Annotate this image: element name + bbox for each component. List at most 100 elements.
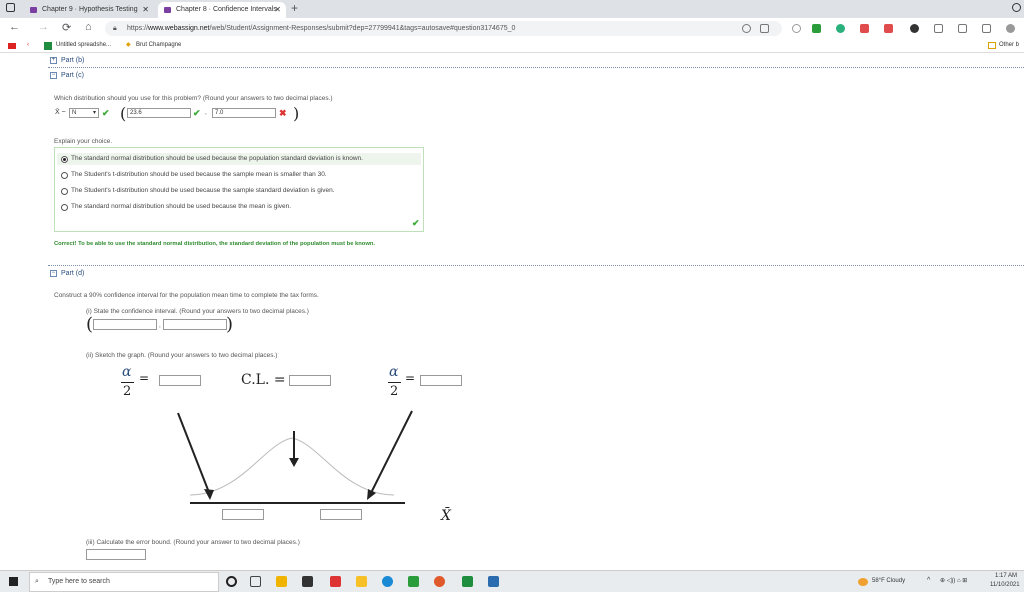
- collections-icon[interactable]: [982, 24, 991, 33]
- back-icon[interactable]: ←: [9, 21, 20, 33]
- clock-date: 11/10/2021: [990, 582, 1020, 588]
- file-explorer-icon[interactable]: [276, 576, 287, 587]
- address-bar[interactable]: 🔒︎ https://www.webassign.net/web/Student…: [105, 21, 782, 36]
- bookmark-star-icon[interactable]: [760, 24, 769, 33]
- other-bookmarks[interactable]: Other b: [999, 39, 1019, 52]
- url-domain: www.webassign.net: [148, 25, 210, 32]
- explain-label: Explain your choice.: [54, 138, 113, 145]
- tray-chevron-icon[interactable]: ^: [927, 577, 930, 584]
- new-tab-button[interactable]: +: [291, 1, 298, 15]
- feedback-message: Correct! To be able to use the standard …: [54, 241, 375, 247]
- choice-label: The Student's t-distribution should be u…: [71, 171, 327, 178]
- profile-dot-icon[interactable]: [1012, 3, 1021, 12]
- grammar-extension-icon[interactable]: [836, 24, 845, 33]
- url-path: /web/Student/Assignment-Responses/submit…: [209, 25, 516, 32]
- weather-text[interactable]: 58°F Cloudy: [872, 578, 905, 584]
- tp-extension-icon[interactable]: [860, 24, 869, 33]
- edge-icon[interactable]: [382, 576, 393, 587]
- part-c-label: Part (c): [61, 72, 84, 79]
- upper-bound-input[interactable]: [320, 509, 362, 520]
- xbar-distribution-label: X̄ ~: [55, 109, 66, 116]
- extension-icon[interactable]: [792, 24, 801, 33]
- sub-question-ii: (ii) Sketch the graph. (Round your answe…: [86, 352, 278, 359]
- puzzle-icon[interactable]: [934, 24, 943, 33]
- alpha-right-input[interactable]: [420, 375, 462, 386]
- extension-dark-icon[interactable]: [910, 24, 919, 33]
- apps-icon[interactable]: [8, 43, 16, 49]
- home-icon[interactable]: ⌂: [85, 21, 92, 33]
- sheets-app-icon[interactable]: [462, 576, 473, 587]
- choice-option[interactable]: The standard normal distribution should …: [57, 153, 421, 165]
- choice-label: The standard normal distribution should …: [71, 155, 363, 162]
- collapse-icon[interactable]: −: [50, 72, 57, 79]
- tray-icons[interactable]: ⊕ ◁)) ⌂ ⊞: [940, 577, 967, 584]
- choice-option[interactable]: The standard normal distribution should …: [57, 201, 421, 213]
- sticky-notes-icon[interactable]: [356, 576, 367, 587]
- bookmark-spreadsheet[interactable]: Untitled spreadshe...: [56, 39, 111, 52]
- bookmark-champagne[interactable]: Brut Champagne: [136, 39, 181, 52]
- tab-chapter-8[interactable]: Chapter 8 · Confidence Intervals ✕: [158, 2, 286, 18]
- forward-icon[interactable]: →: [38, 21, 49, 33]
- part-b-header[interactable]: + Part (b): [48, 55, 1024, 66]
- webassign-favicon-icon: [164, 7, 171, 13]
- windows-start-icon[interactable]: [9, 577, 18, 586]
- cortana-icon[interactable]: [226, 576, 237, 587]
- expand-icon[interactable]: +: [50, 57, 57, 64]
- search-placeholder: Type here to search: [48, 578, 110, 585]
- zoom-icon[interactable]: [742, 24, 751, 33]
- fraction-bar: [388, 382, 401, 383]
- explain-choices: The standard normal distribution should …: [54, 147, 424, 232]
- tp-extension-icon-2[interactable]: [884, 24, 893, 33]
- close-paren: ): [226, 314, 234, 335]
- check-app-icon[interactable]: [408, 576, 419, 587]
- distribution-select[interactable]: N ▾: [69, 108, 99, 118]
- favorites-icon[interactable]: [958, 24, 967, 33]
- tab-title: Chapter 9 · Hypothesis Testing: [42, 6, 138, 13]
- correct-check-icon: ✔: [102, 108, 110, 118]
- store-icon[interactable]: [302, 576, 313, 587]
- bookmark-red-icon[interactable]: ‹: [27, 39, 29, 52]
- part-d-header[interactable]: − Part (d): [48, 268, 1024, 279]
- alpha-left-input[interactable]: [159, 375, 201, 386]
- tab-actions-icon[interactable]: [6, 3, 15, 12]
- lower-bound-input[interactable]: [222, 509, 264, 520]
- radio-button[interactable]: [61, 188, 68, 195]
- reload-icon[interactable]: ⟳: [62, 21, 71, 34]
- error-bound-input[interactable]: [86, 549, 146, 560]
- profile-avatar[interactable]: [1006, 24, 1015, 33]
- clock-time: 1:17 AM: [995, 573, 1018, 579]
- radio-selected[interactable]: [61, 156, 68, 163]
- tab-chapter-9[interactable]: Chapter 9 · Hypothesis Testing ✕: [24, 2, 154, 18]
- task-view-icon[interactable]: [250, 576, 261, 587]
- cl-input[interactable]: [289, 375, 331, 386]
- choice-option[interactable]: The Student's t-distribution should be u…: [57, 169, 421, 181]
- ci-upper-input[interactable]: [163, 319, 227, 330]
- check-extension-icon[interactable]: [812, 24, 821, 33]
- radio-button[interactable]: [61, 204, 68, 211]
- taskbar: ⌕ Type here to search 58°F Cloudy ^ ⊕ ◁)…: [0, 570, 1024, 592]
- normal-curve-graph: [177, 410, 413, 504]
- sd-input[interactable]: 7.0: [212, 108, 276, 118]
- part-d-label: Part (d): [61, 270, 85, 277]
- photos-icon[interactable]: [488, 576, 499, 587]
- weather-icon[interactable]: [858, 578, 868, 586]
- chrome-icon[interactable]: [434, 576, 445, 587]
- ci-lower-input[interactable]: [93, 319, 157, 330]
- choice-option[interactable]: The Student's t-distribution should be u…: [57, 185, 421, 197]
- collapse-icon[interactable]: −: [50, 270, 57, 277]
- sheets-icon: [44, 42, 52, 50]
- alpha-symbol: α: [122, 364, 132, 380]
- app-red-icon[interactable]: [330, 576, 341, 587]
- correct-check-icon: ✔: [412, 218, 420, 228]
- close-tab-icon[interactable]: ✕: [274, 2, 281, 18]
- url-prefix: https://: [127, 25, 149, 32]
- choice-label: The Student's t-distribution should be u…: [71, 187, 335, 194]
- close-tab-icon[interactable]: ✕: [142, 2, 149, 18]
- radio-button[interactable]: [61, 172, 68, 179]
- taskbar-search[interactable]: ⌕ Type here to search: [29, 572, 219, 592]
- part-c-header[interactable]: − Part (c): [48, 70, 1024, 81]
- open-paren: (: [120, 104, 127, 123]
- mean-input[interactable]: 23.6: [127, 108, 191, 118]
- cl-label: C.L. =: [241, 372, 286, 388]
- divider: [48, 67, 1024, 68]
